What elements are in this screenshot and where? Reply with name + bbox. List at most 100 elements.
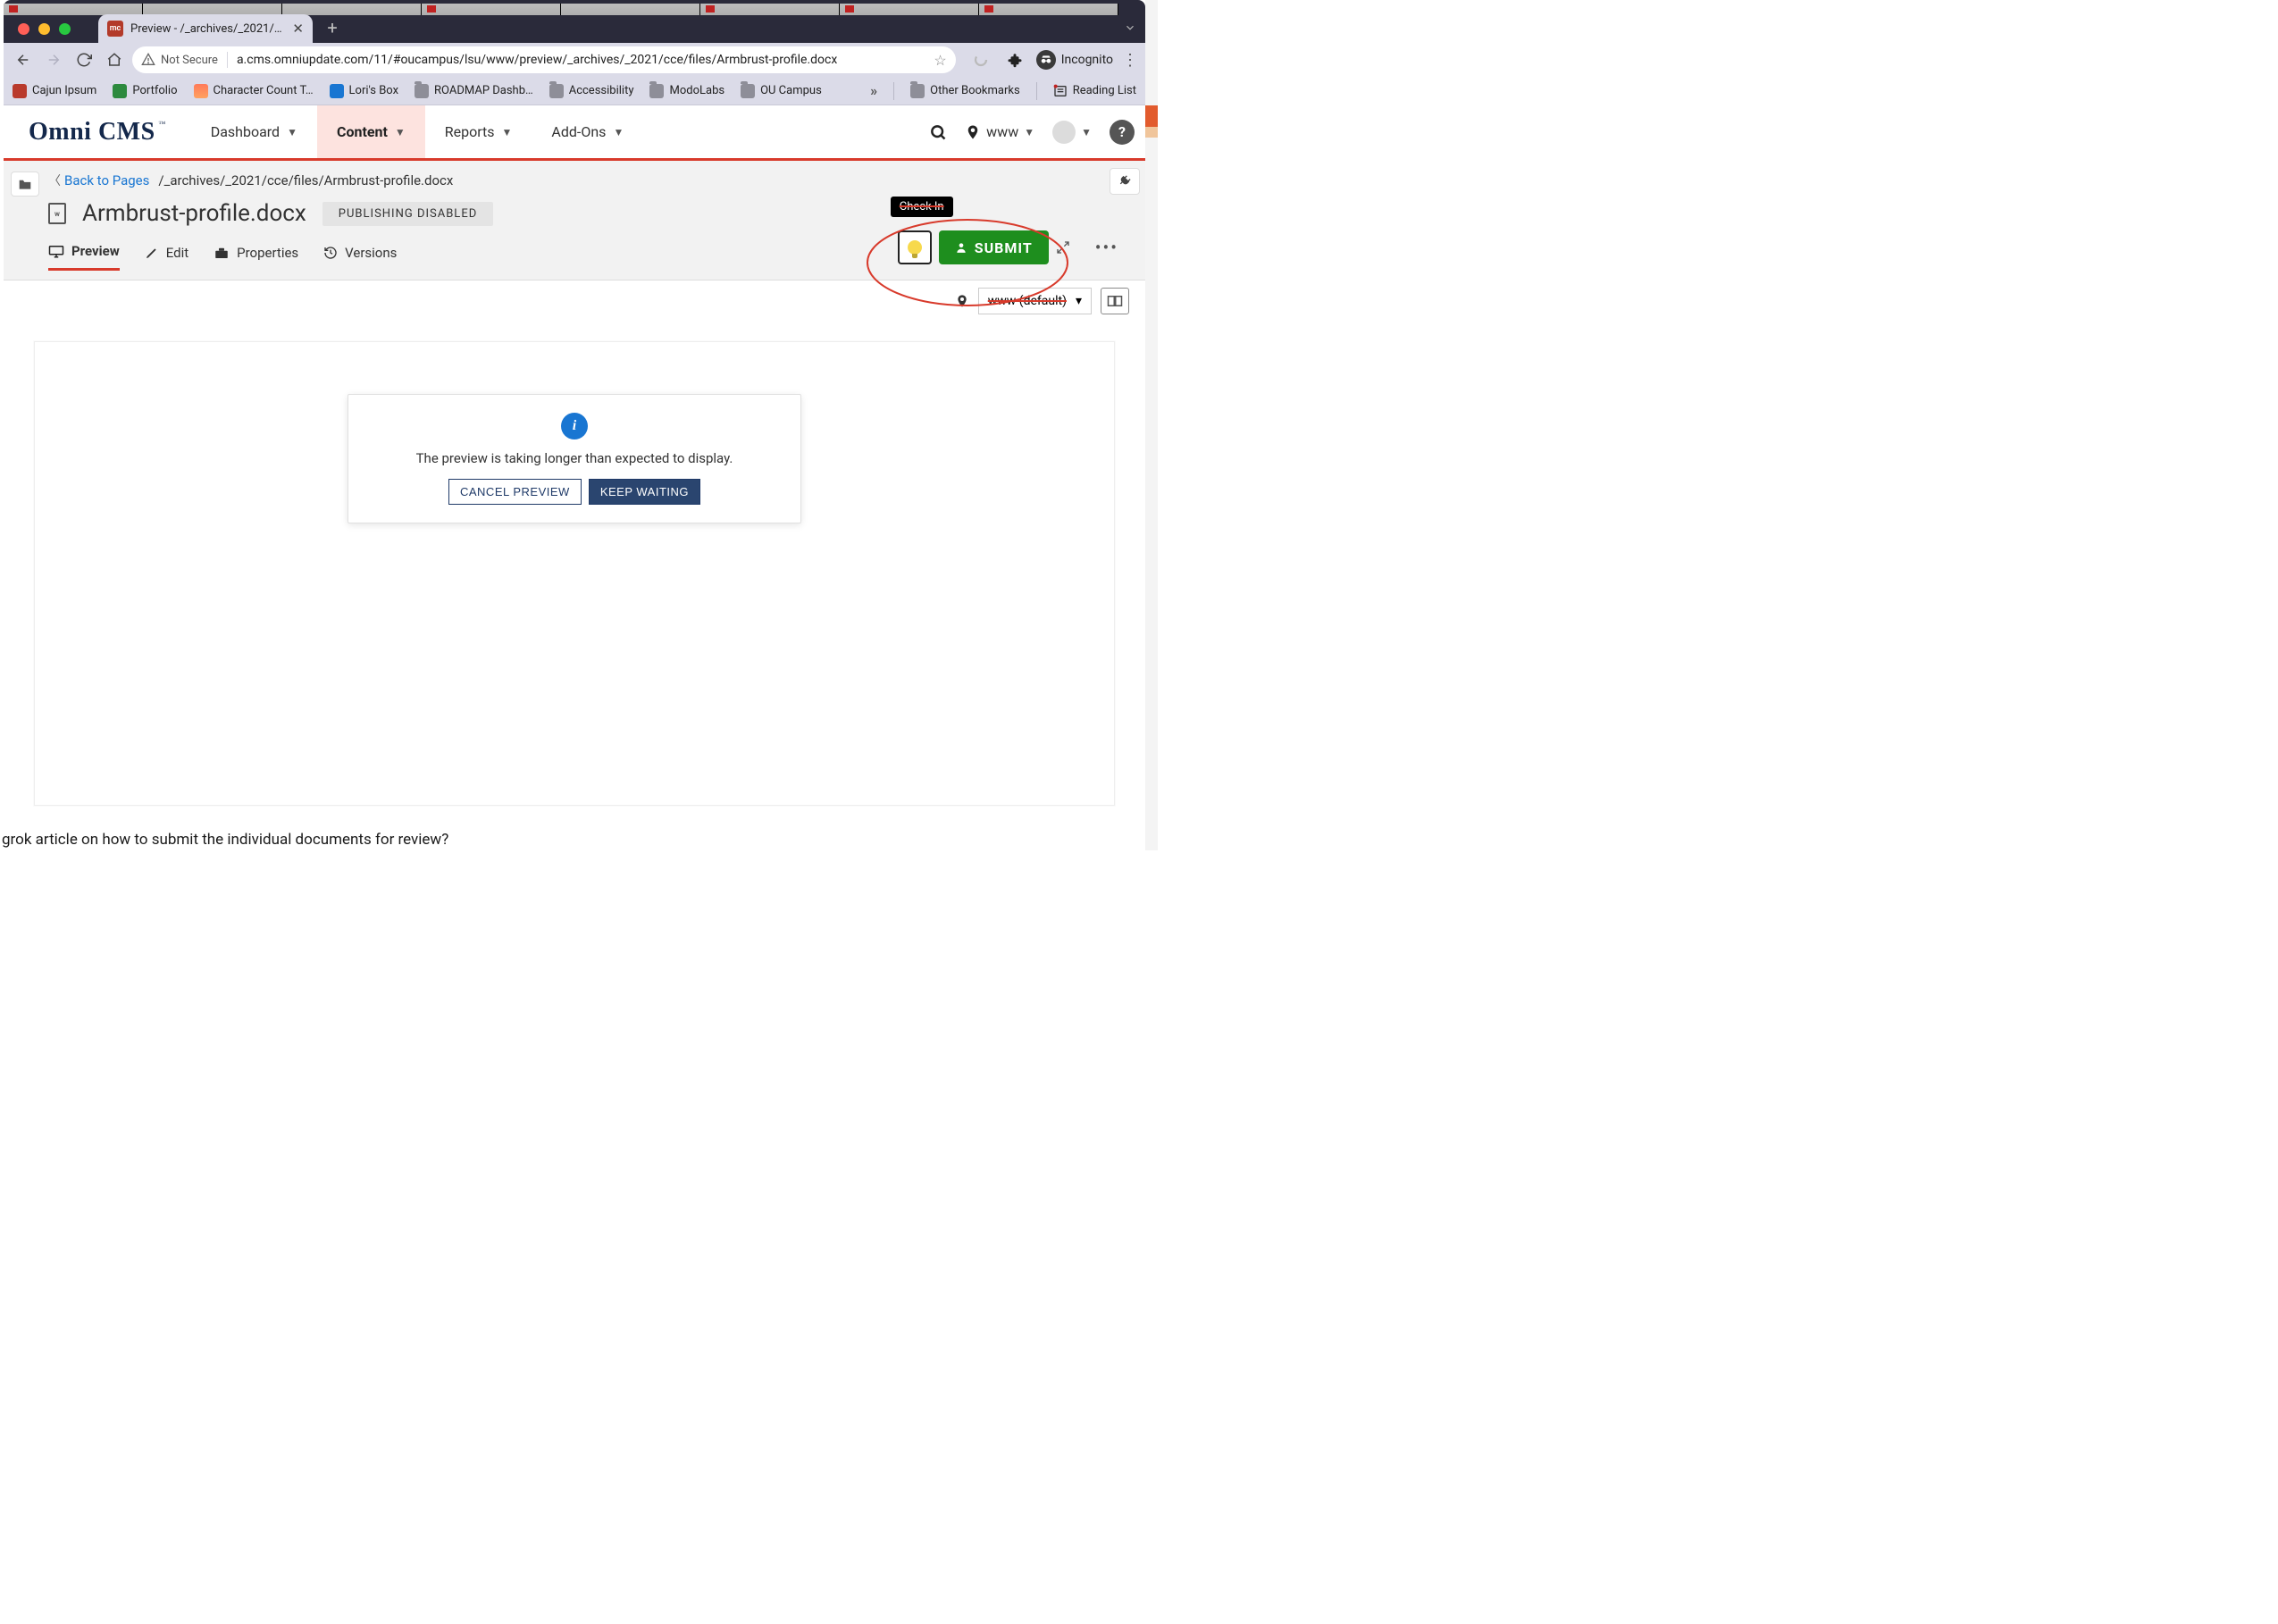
breadcrumb-path: /_archives/_2021/cce/files/Armbrust-prof… (158, 172, 453, 188)
bookmark-label: Portfolio (132, 84, 177, 97)
back-label: Back to Pages (64, 172, 149, 188)
folder-icon (649, 84, 664, 98)
compare-view-button[interactable] (1101, 288, 1129, 314)
bookmark-item[interactable]: OU Campus (741, 84, 822, 98)
site-select-dropdown[interactable]: www (default) ▾ (978, 288, 1092, 314)
submit-button[interactable]: SUBMIT (939, 230, 1049, 264)
url-bar[interactable]: Not Secure a.cms.omniupdate.com/11/#ouca… (132, 46, 956, 73)
tab-close-icon[interactable]: ✕ (292, 21, 304, 37)
bookmark-icon (13, 84, 27, 98)
tab-versions[interactable]: Versions (323, 245, 397, 270)
bookmark-star-icon[interactable]: ☆ (934, 52, 946, 69)
window-controls[interactable] (18, 23, 71, 35)
page-header: 〈 Back to Pages /_archives/_2021/cce/fil… (4, 161, 1145, 280)
bookmarks-overflow-icon[interactable]: » (870, 82, 877, 99)
back-to-pages-link[interactable]: 〈 Back to Pages (48, 172, 149, 189)
bookmark-item[interactable]: Portfolio (113, 84, 177, 98)
nav-reports[interactable]: Reports▼ (425, 105, 532, 158)
browser-menu-button[interactable]: ⋮ (1122, 51, 1138, 70)
nav-help-button[interactable]: ? (1110, 120, 1135, 145)
chevron-down-icon: ▼ (1081, 126, 1092, 138)
not-secure-label: Not Secure (161, 54, 218, 67)
folder-sidebar-toggle[interactable] (11, 172, 39, 197)
fullscreen-icon[interactable] (1056, 240, 1070, 255)
minimize-window-icon[interactable] (38, 23, 50, 35)
security-indicator[interactable]: Not Secure (141, 53, 218, 67)
file-title: Armbrust-profile.docx (82, 200, 306, 227)
chevron-down-icon: ▼ (395, 126, 406, 138)
check-in-button[interactable] (898, 230, 932, 264)
bookmark-item[interactable]: Lori's Box (330, 84, 399, 98)
chevron-down-icon: ▾ (1076, 294, 1082, 308)
bookmark-item[interactable]: Character Count T… (194, 84, 314, 98)
omni-logo[interactable]: Omni CMS™ (29, 118, 164, 146)
chevron-down-icon: ▼ (502, 126, 513, 138)
chevron-down-icon: ▼ (613, 126, 624, 138)
new-tab-button[interactable]: + (323, 20, 341, 38)
nav-search-icon[interactable] (929, 123, 947, 141)
home-button[interactable] (102, 47, 127, 72)
preview-slow-dialog: i The preview is taking longer than expe… (348, 394, 801, 523)
bookmarks-bar: Cajun Ipsum Portfolio Character Count T…… (4, 77, 1145, 105)
folder-icon (415, 84, 429, 98)
bookmark-item[interactable]: ModoLabs (649, 84, 724, 98)
bookmark-label: Character Count T… (214, 84, 314, 97)
nav-dashboard[interactable]: Dashboard▼ (191, 105, 317, 158)
other-bookmarks[interactable]: Other Bookmarks (910, 84, 1020, 98)
lightbulb-icon (908, 240, 922, 255)
monitor-icon (48, 244, 64, 258)
maximize-window-icon[interactable] (59, 23, 71, 35)
bookmark-item[interactable]: Cajun Ipsum (13, 84, 96, 98)
chevron-left-icon: 〈 (48, 172, 61, 189)
tab-list-caret-icon[interactable] (1124, 21, 1136, 34)
bookmark-icon (194, 84, 208, 98)
nav-site-selector[interactable]: www ▼ (965, 123, 1034, 141)
browser-tab[interactable]: mc Preview - /_archives/_2021/cc… ✕ (98, 14, 313, 43)
tab-edit[interactable]: Edit (145, 245, 188, 270)
omni-navbar: Omni CMS™ Dashboard▼ Content▼ Reports▼ A… (4, 105, 1145, 161)
bookmark-label: Accessibility (569, 84, 634, 97)
browser-toolbar: Not Secure a.cms.omniupdate.com/11/#ouca… (4, 43, 1145, 77)
help-icon: ? (1110, 120, 1135, 145)
avatar-icon (1052, 121, 1076, 144)
nav-content[interactable]: Content▼ (317, 105, 425, 158)
bookmark-item[interactable]: ROADMAP Dashb… (415, 84, 533, 98)
back-button[interactable] (11, 47, 36, 72)
toolbox-icon (214, 246, 230, 260)
site-select-label: www (default) (988, 294, 1067, 308)
forward-button[interactable] (41, 47, 66, 72)
bookmark-item[interactable]: Accessibility (549, 84, 634, 98)
reload-button[interactable] (71, 47, 96, 72)
tab-properties[interactable]: Properties (214, 245, 298, 270)
tab-preview[interactable]: Preview (48, 243, 120, 271)
extensions-puzzle-icon[interactable] (1002, 47, 1027, 72)
nav-user-menu[interactable]: ▼ (1052, 121, 1092, 144)
more-actions-button[interactable]: ••• (1095, 237, 1118, 258)
history-icon (323, 246, 338, 260)
folder-icon (741, 84, 755, 98)
nav-addons[interactable]: Add-Ons▼ (532, 105, 643, 158)
pin-icon[interactable] (955, 293, 969, 309)
bookmark-icon (113, 84, 127, 98)
warning-icon (141, 53, 155, 67)
close-window-icon[interactable] (18, 23, 29, 35)
incognito-indicator[interactable]: Incognito (1036, 50, 1113, 70)
cancel-preview-button[interactable]: CANCEL PREVIEW (448, 479, 582, 505)
person-icon (955, 241, 967, 254)
background-document-text: grok article on how to submit the indivi… (0, 831, 1158, 849)
keep-waiting-button[interactable]: KEEP WAITING (589, 479, 700, 505)
reading-list[interactable]: Reading List (1053, 84, 1136, 98)
pencil-icon (145, 246, 159, 260)
incognito-label: Incognito (1061, 53, 1113, 67)
bookmark-label: Other Bookmarks (930, 84, 1020, 97)
publishing-status-badge: PUBLISHING DISABLED (322, 202, 493, 226)
background-accent (1145, 105, 1158, 127)
tab-title: Preview - /_archives/_2021/cc… (130, 22, 285, 36)
url-text[interactable]: a.cms.omniupdate.com/11/#oucampus/lsu/ww… (237, 53, 925, 67)
plug-button[interactable] (1110, 168, 1140, 195)
reading-list-label: Reading List (1073, 84, 1136, 97)
extensions-spinner-icon[interactable] (968, 47, 993, 72)
file-type-icon: w (48, 203, 66, 224)
tab-favicon-icon: mc (107, 21, 123, 37)
bookmark-label: Cajun Ipsum (32, 84, 96, 97)
